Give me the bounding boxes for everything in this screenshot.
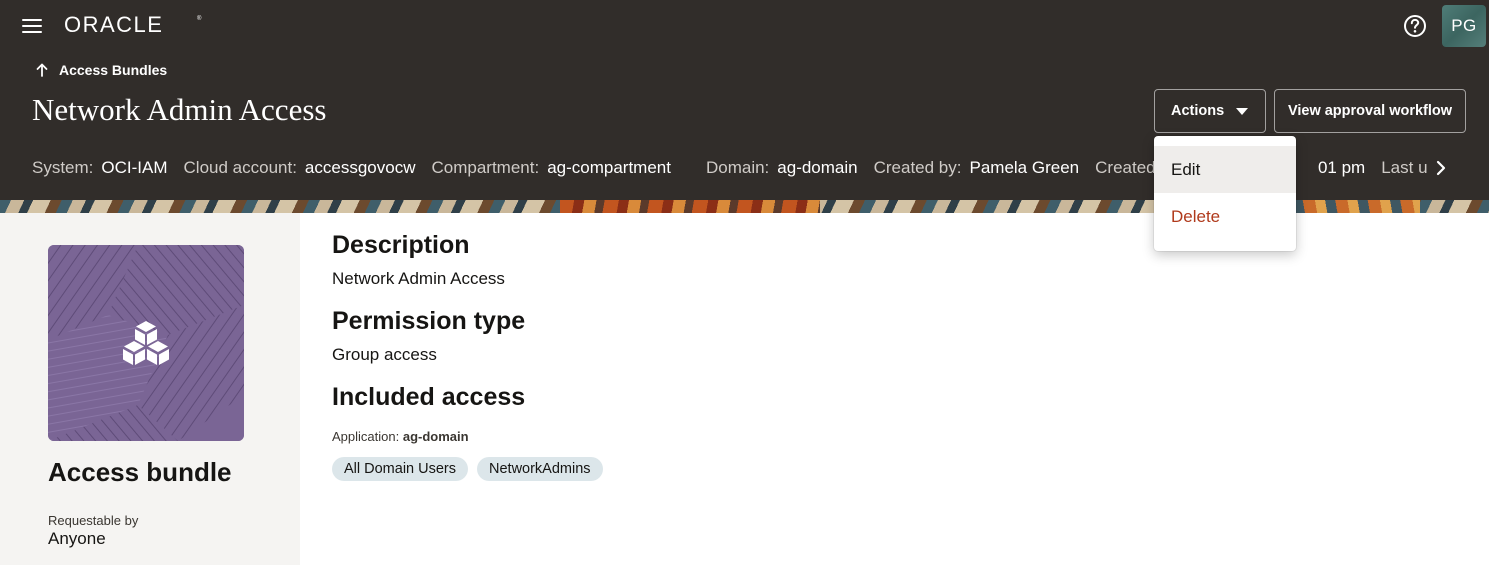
svg-text:®: ® [197,15,202,22]
bundle-summary-panel: Access bundle Requestable by Anyone [0,213,300,565]
breadcrumb-label: Access Bundles [59,62,168,78]
banner-pattern [560,200,820,213]
menu-item-edit[interactable]: Edit [1154,146,1296,193]
group-chip[interactable]: NetworkAdmins [477,457,603,481]
meta-system: System: OCI-IAM [32,158,168,178]
avatar-initials: PG [1451,16,1477,35]
meta-last-updated-label: Last upd [1381,158,1427,177]
application-line: Application: ag-domain [332,429,469,444]
meta-last-updated: Last upd [1381,158,1427,178]
bundle-details: Description Network Admin Access Permiss… [332,213,1132,553]
permission-type-heading: Permission type [332,307,526,335]
meta-domain: Domain: ag-domain [706,158,858,178]
menu-item-delete[interactable]: Delete [1154,193,1296,240]
meta-created-by-label: Created by: [873,158,962,177]
meta-system-label: System: [32,158,94,177]
permission-type-text: Group access [332,345,437,364]
requestable-by-value: Anyone [48,529,106,548]
application-label: Application: [332,429,400,444]
meta-created-on-value: 01 pm [1317,158,1366,177]
group-chips: All Domain Users NetworkAdmins [332,457,603,481]
breadcrumb[interactable]: Access Bundles [36,62,167,78]
bundle-image [48,245,244,441]
meta-compartment-label: Compartment: [431,158,540,177]
arrow-up-icon [36,63,48,77]
meta-cloud-account: Cloud account: accessgovocw [184,158,416,178]
avatar[interactable]: PG [1442,5,1486,47]
description-text: Network Admin Access [332,269,505,288]
description-heading: Description [332,231,470,259]
oracle-logo[interactable]: ORACLE ® [64,12,204,36]
hamburger-menu-icon[interactable] [18,14,46,38]
chevron-right-icon[interactable] [1430,156,1452,180]
meta-compartment: Compartment: ag-compartment [431,158,670,178]
actions-button[interactable]: Actions [1154,89,1266,133]
caret-down-icon [1236,108,1248,115]
meta-created-by: Created by: Pamela Green [874,158,1080,178]
meta-system-value: OCI-IAM [101,158,168,177]
page-title: Network Admin Access [32,92,327,127]
svg-text:ORACLE: ORACLE [64,12,163,36]
application-value: ag-domain [402,429,469,444]
meta-cloud-label: Cloud account: [183,158,297,177]
cube-cluster-icon [123,321,169,365]
actions-menu: Edit Delete [1154,136,1296,251]
meta-domain-value: ag-domain [777,158,858,177]
help-icon[interactable] [1402,13,1428,39]
meta-domain-label: Domain: [705,158,770,177]
requestable-by-label: Requestable by [48,513,139,528]
actions-button-label: Actions [1171,103,1225,119]
included-access-heading: Included access [332,383,526,411]
meta-created-by-value: Pamela Green [969,158,1080,177]
meta-cloud-value: accessgovocw [304,158,416,177]
group-chip[interactable]: All Domain Users [332,457,468,481]
bundle-type-title: Access bundle [48,457,232,487]
view-approval-workflow-button[interactable]: View approval workflow [1274,89,1466,133]
workflow-button-label: View approval workflow [1287,103,1453,119]
meta-compartment-value: ag-compartment [547,158,671,177]
